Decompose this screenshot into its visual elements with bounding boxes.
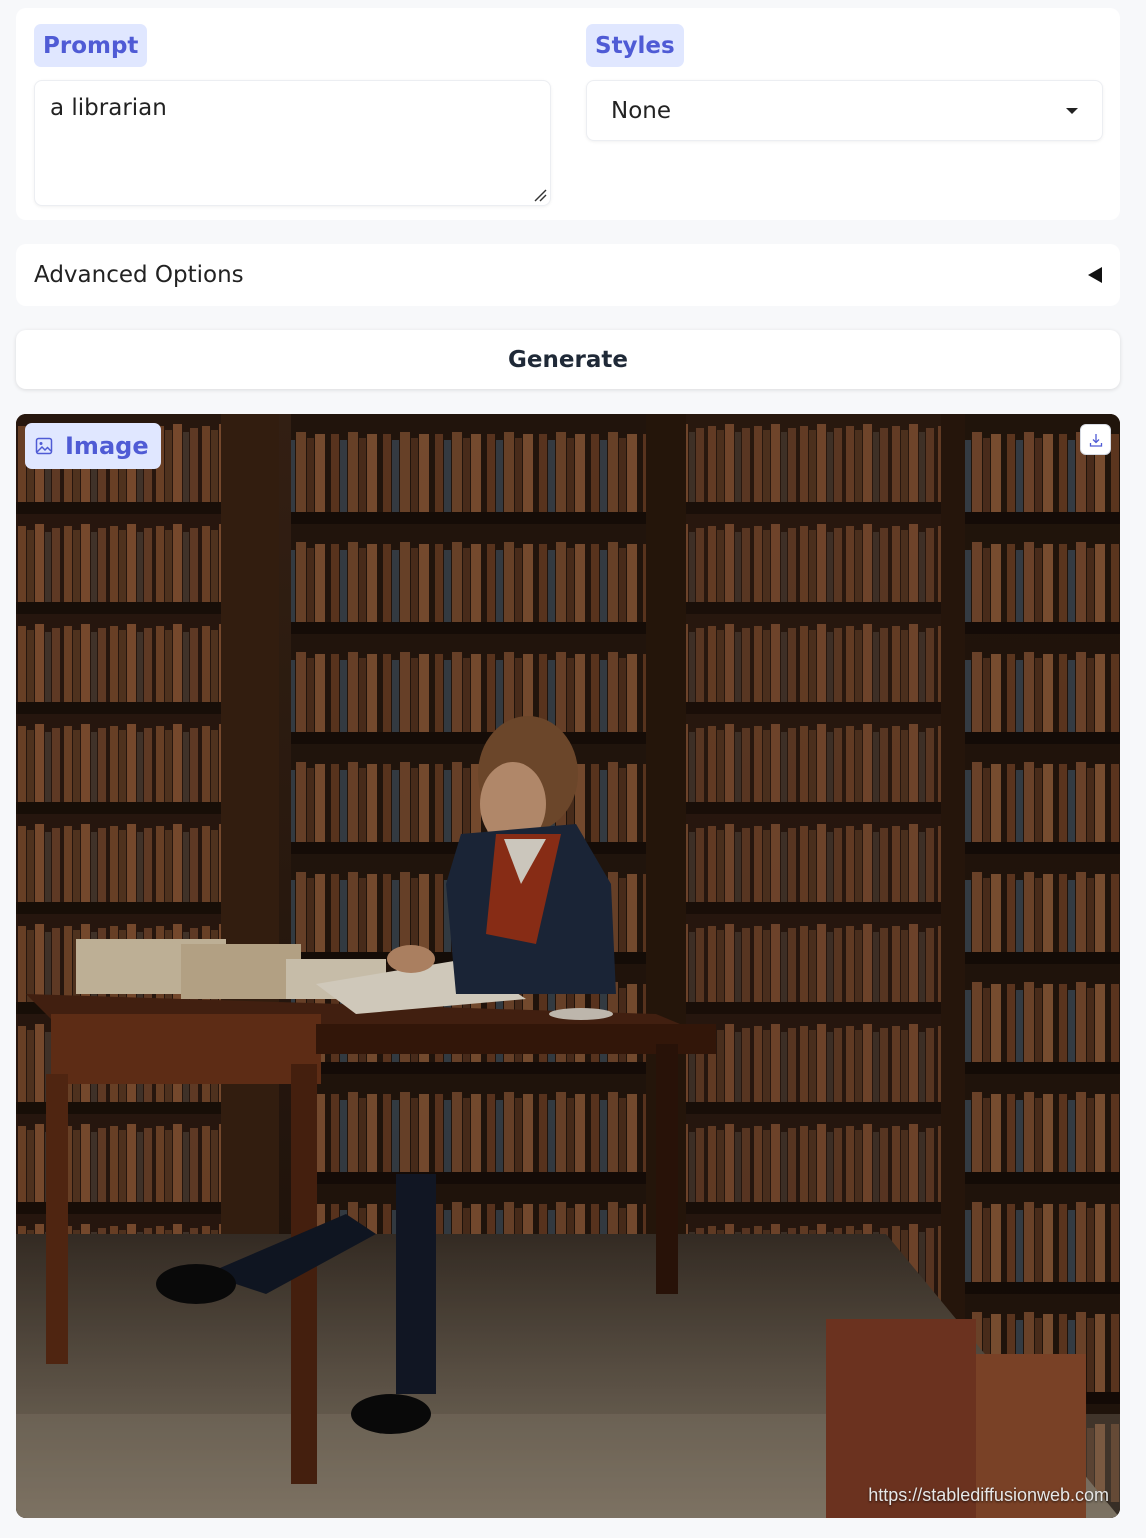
styles-dropdown[interactable]: None: [586, 80, 1103, 141]
image-label: Image: [25, 423, 161, 469]
generated-image: [16, 414, 1120, 1518]
generate-button[interactable]: Generate: [16, 330, 1120, 389]
image-label-text: Image: [65, 432, 149, 460]
styles-selected-value: None: [611, 97, 672, 124]
generated-image-panel: Image https://stablediffusionweb.com: [16, 414, 1120, 1518]
image-icon: [35, 437, 53, 455]
triangle-left-icon: [1088, 267, 1102, 283]
prompt-label: Prompt: [34, 24, 148, 67]
image-watermark: https://stablediffusionweb.com: [868, 1485, 1109, 1505]
prompt-styles-panel: Prompt a librarian Styles None: [16, 8, 1120, 220]
resize-grip-icon[interactable]: [533, 188, 547, 202]
prompt-input[interactable]: a librarian: [34, 80, 551, 206]
styles-label: Styles: [586, 24, 684, 67]
advanced-options-label: Advanced Options: [34, 262, 244, 288]
prompt-text: a librarian: [50, 95, 167, 121]
download-button[interactable]: [1080, 424, 1111, 455]
download-icon: [1089, 433, 1102, 447]
advanced-options-accordion[interactable]: Advanced Options: [16, 244, 1120, 306]
caret-down-icon: [1066, 107, 1078, 114]
